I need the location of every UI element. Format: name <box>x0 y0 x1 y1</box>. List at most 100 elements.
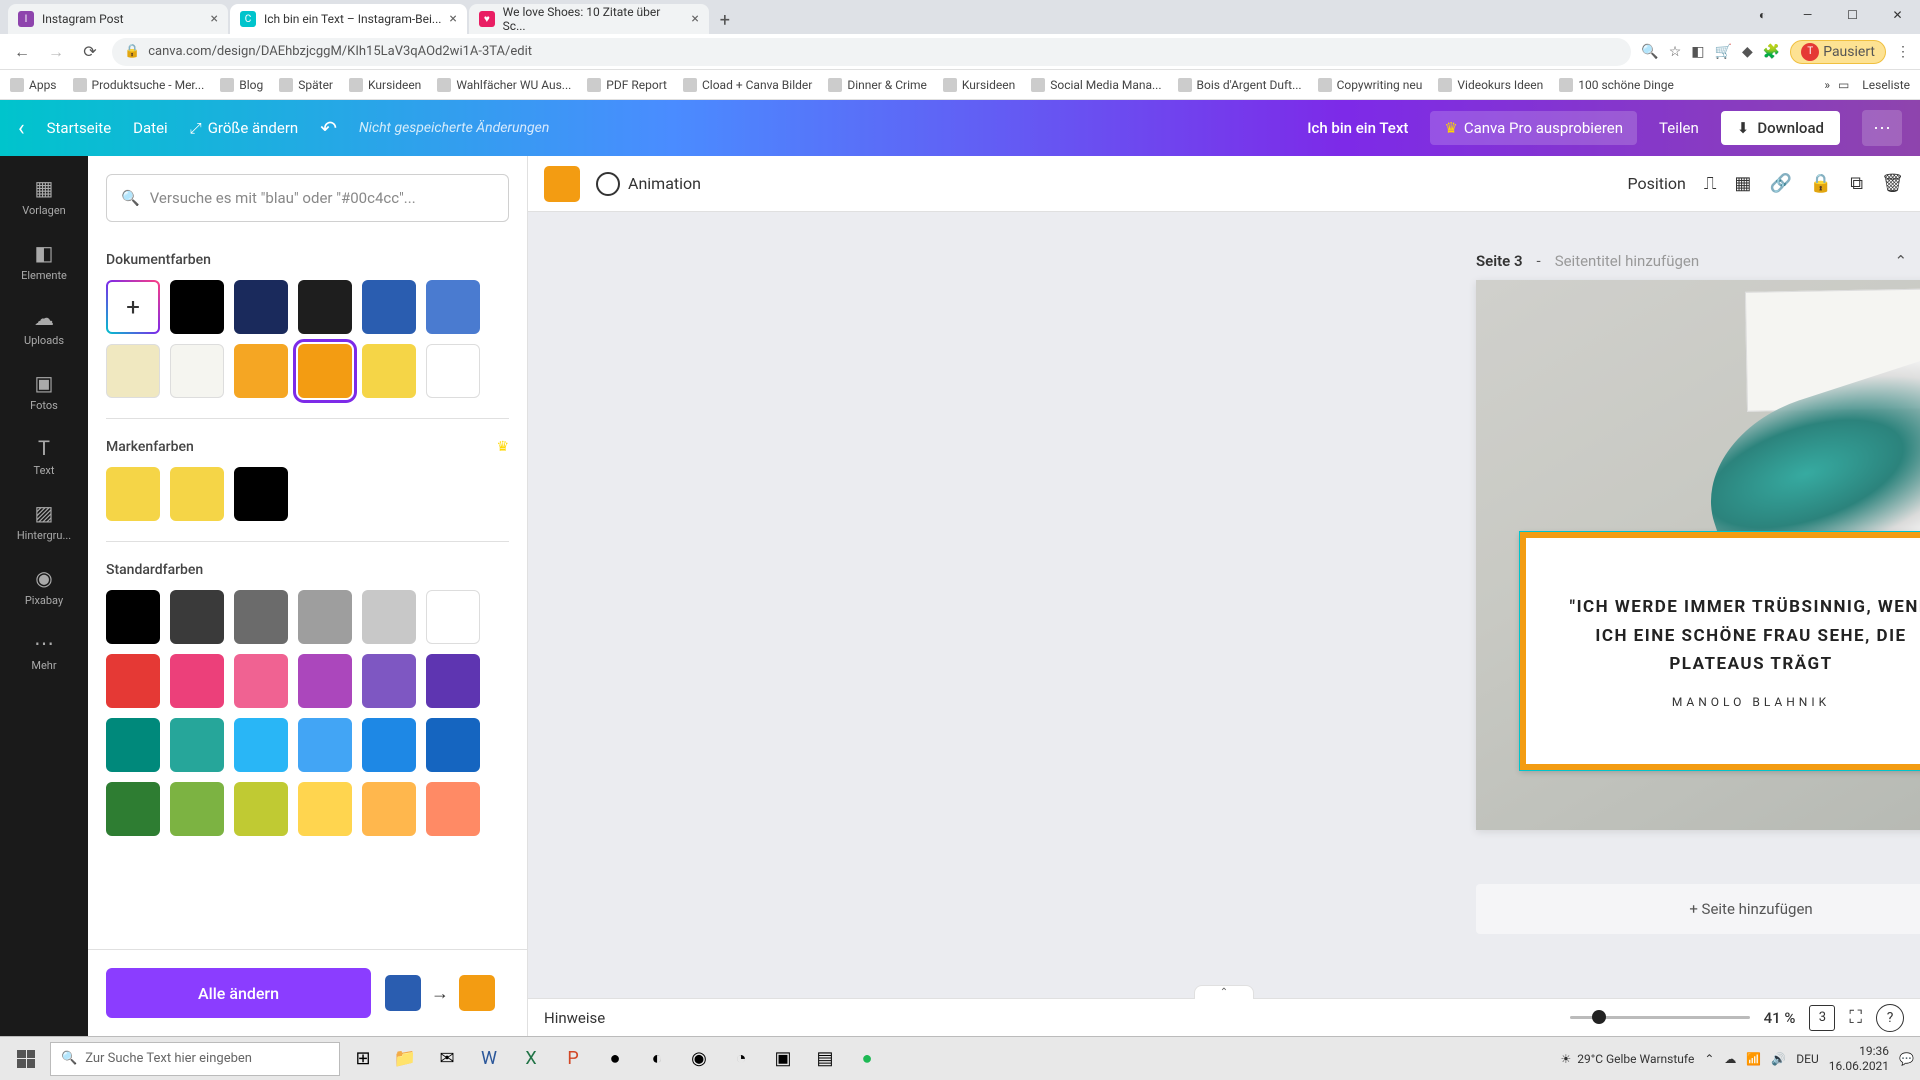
file-explorer-icon[interactable]: 📁 <box>386 1040 424 1078</box>
page-count-button[interactable]: 3 <box>1809 1005 1835 1031</box>
zoom-icon[interactable]: 🔍 <box>1641 44 1658 60</box>
color-swatch[interactable] <box>234 782 288 836</box>
color-swatch[interactable] <box>298 590 352 644</box>
powerpoint-icon[interactable]: P <box>554 1040 592 1078</box>
zoom-percentage[interactable]: 41 % <box>1764 1009 1796 1027</box>
bookmark-item[interactable]: Blog <box>220 78 263 92</box>
color-swatch[interactable] <box>234 344 288 398</box>
notes-button[interactable]: Hinweise <box>544 1009 605 1027</box>
color-swatch[interactable] <box>362 782 416 836</box>
chevron-up-icon[interactable]: ⌃ <box>1895 252 1908 270</box>
mail-icon[interactable]: ✉ <box>428 1040 466 1078</box>
color-swatch[interactable] <box>106 782 160 836</box>
document-title[interactable]: Ich bin ein Text <box>1307 119 1408 137</box>
edge-icon[interactable]: ◔ <box>722 1040 760 1078</box>
bookmark-item[interactable]: PDF Report <box>587 78 667 92</box>
color-search-input[interactable]: 🔍 Versuche es mit "blau" oder "#00c4cc".… <box>106 174 509 222</box>
nav-text[interactable]: TText <box>3 426 85 487</box>
color-swatch[interactable] <box>298 654 352 708</box>
bookmark-item[interactable]: Produktsuche - Mer... <box>73 78 205 92</box>
color-swatch[interactable] <box>234 590 288 644</box>
wifi-icon[interactable]: 📶 <box>1746 1052 1761 1066</box>
color-swatch[interactable] <box>234 467 288 521</box>
volume-icon[interactable]: 🔊 <box>1771 1052 1786 1066</box>
color-swatch[interactable] <box>170 654 224 708</box>
profile-paused-pill[interactable]: T Pausiert <box>1790 40 1886 64</box>
nav-background[interactable]: ▨Hintergru... <box>3 491 85 552</box>
color-swatch[interactable] <box>426 344 480 398</box>
spotify-icon[interactable]: ● <box>848 1040 886 1078</box>
nav-elements[interactable]: ◧Elemente <box>3 231 85 292</box>
excel-icon[interactable]: X <box>512 1040 550 1078</box>
color-swatch[interactable] <box>426 654 480 708</box>
color-swatch[interactable] <box>362 718 416 772</box>
link-icon[interactable]: 🔗 <box>1769 173 1791 194</box>
reload-button[interactable]: ⟳ <box>78 40 102 64</box>
expand-notes-tab[interactable]: ⌃ <box>1194 985 1254 999</box>
delete-icon[interactable]: 🗑 <box>1881 173 1904 194</box>
extension-icon[interactable]: ◧ <box>1691 44 1704 60</box>
weather-widget[interactable]: ☀29°C Gelbe Warnstufe <box>1560 1052 1694 1066</box>
color-swatch[interactable] <box>362 590 416 644</box>
effects-icon[interactable]: ⎍ <box>1704 173 1717 194</box>
bookmark-item[interactable]: Videokurs Ideen <box>1438 78 1543 92</box>
help-button[interactable]: ? <box>1876 1004 1904 1032</box>
animation-button[interactable]: Animation <box>596 172 701 196</box>
position-button[interactable]: Position <box>1627 174 1685 193</box>
app-icon[interactable]: ▤ <box>806 1040 844 1078</box>
color-swatch[interactable] <box>234 280 288 334</box>
fullscreen-icon[interactable]: ⛶ <box>1849 1007 1862 1028</box>
bookmarks-overflow[interactable]: » ▭ Leseliste <box>1824 78 1910 92</box>
color-swatch[interactable] <box>362 280 416 334</box>
home-link[interactable]: Startseite <box>47 119 112 137</box>
color-swatch[interactable] <box>362 344 416 398</box>
notifications-icon[interactable]: 💬 <box>1899 1052 1914 1066</box>
app-icon[interactable]: ▣ <box>764 1040 802 1078</box>
bookmark-item[interactable]: Kursideen <box>349 78 421 92</box>
color-swatch-selected[interactable] <box>298 344 352 398</box>
nav-pixabay[interactable]: ◉Pixabay <box>3 556 85 617</box>
color-swatch[interactable] <box>170 344 224 398</box>
file-menu[interactable]: Datei <box>133 119 168 137</box>
color-swatch[interactable] <box>170 718 224 772</box>
color-swatch[interactable] <box>106 344 160 398</box>
menu-icon[interactable]: ⋮ <box>1896 44 1910 60</box>
resize-menu[interactable]: ⤢Größe ändern <box>190 119 299 137</box>
apps-button[interactable]: Apps <box>10 78 57 92</box>
clock[interactable]: 19:3616.06.2021 <box>1829 1044 1889 1073</box>
design-page[interactable]: "ICH WERDE IMMER TRÜBSINNIG, WENN ICH EI… <box>1476 280 1920 830</box>
page-title-input[interactable]: Seitentitel hinzufügen <box>1555 252 1700 270</box>
url-input[interactable]: 🔒 canva.com/design/DAEhbzjcggM/KIh15LaV3… <box>112 38 1631 66</box>
close-icon[interactable]: × <box>211 11 218 27</box>
selected-quote-element[interactable]: "ICH WERDE IMMER TRÜBSINNIG, WENN ICH EI… <box>1520 532 1920 770</box>
nav-more[interactable]: ⋯Mehr <box>3 621 85 682</box>
minimize-button[interactable]: — <box>1785 0 1830 30</box>
forward-button[interactable]: → <box>44 40 68 64</box>
close-icon[interactable]: × <box>449 11 456 27</box>
close-icon[interactable]: × <box>691 11 698 27</box>
download-button[interactable]: ⬇Download <box>1721 111 1840 145</box>
close-button[interactable]: ✕ <box>1875 0 1920 30</box>
color-swatch[interactable] <box>426 718 480 772</box>
color-swatch[interactable] <box>298 782 352 836</box>
share-button[interactable]: Teilen <box>1659 119 1699 137</box>
nav-uploads[interactable]: ☁Uploads <box>3 296 85 357</box>
undo-button[interactable]: ↶ <box>320 116 337 140</box>
color-swatch[interactable] <box>298 280 352 334</box>
new-tab-button[interactable]: + <box>711 6 739 34</box>
back-button[interactable]: ← <box>10 40 34 64</box>
bookmark-item[interactable]: Später <box>279 78 333 92</box>
nav-photos[interactable]: ▣Fotos <box>3 361 85 422</box>
transparency-icon[interactable]: ▦ <box>1734 173 1751 194</box>
color-swatch[interactable] <box>106 718 160 772</box>
color-swatch[interactable] <box>170 782 224 836</box>
tray-chevron-icon[interactable]: ⌃ <box>1704 1052 1714 1066</box>
bookmark-item[interactable]: Bois d'Argent Duft... <box>1178 78 1302 92</box>
change-all-button[interactable]: Alle ändern <box>106 968 371 1018</box>
bookmark-item[interactable]: 100 schöne Dinge <box>1559 78 1674 92</box>
lock-icon[interactable]: 🔒 <box>1810 173 1832 194</box>
color-swatch[interactable] <box>234 718 288 772</box>
bookmark-item[interactable]: Kursideen <box>943 78 1015 92</box>
star-icon[interactable]: ☆ <box>1669 44 1682 60</box>
zoom-slider-thumb[interactable] <box>1592 1010 1606 1024</box>
